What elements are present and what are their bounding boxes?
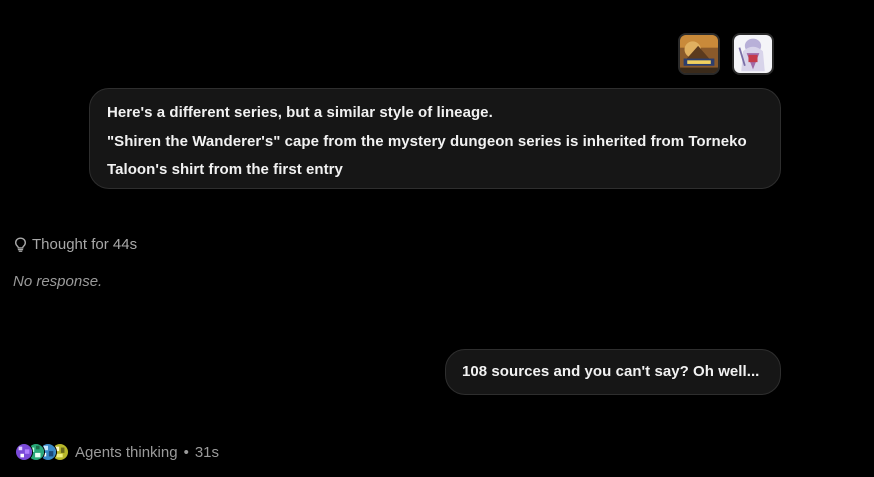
- agents-status[interactable]: Agents thinking • 31s: [15, 443, 219, 461]
- thought-toggle[interactable]: Thought for 44s: [14, 236, 137, 253]
- separator-dot: •: [183, 443, 189, 461]
- message-attachments: [678, 33, 774, 75]
- message-line: Taloon's shirt from the first entry: [107, 161, 343, 178]
- agent-avatars: [15, 443, 71, 461]
- assistant-reply: No response.: [13, 273, 103, 290]
- agent-avatar-1-icon: [15, 443, 33, 461]
- user-message-bubble: Here's a different series, but a similar…: [89, 88, 781, 189]
- agents-status-label: Agents thinking: [75, 443, 178, 461]
- user-message-bubble-2: 108 sources and you can't say? Oh well..…: [445, 349, 781, 395]
- lightbulb-icon: [14, 237, 27, 252]
- thought-label: Thought for 44s: [32, 236, 138, 253]
- message-line: Here's a different series, but a similar…: [107, 104, 493, 121]
- character-art-image-icon[interactable]: [732, 33, 774, 75]
- game-cover-image-icon[interactable]: [678, 33, 720, 75]
- message-line: "Shiren the Wanderer's" cape from the my…: [107, 132, 747, 150]
- agents-elapsed-time: 31s: [194, 443, 220, 461]
